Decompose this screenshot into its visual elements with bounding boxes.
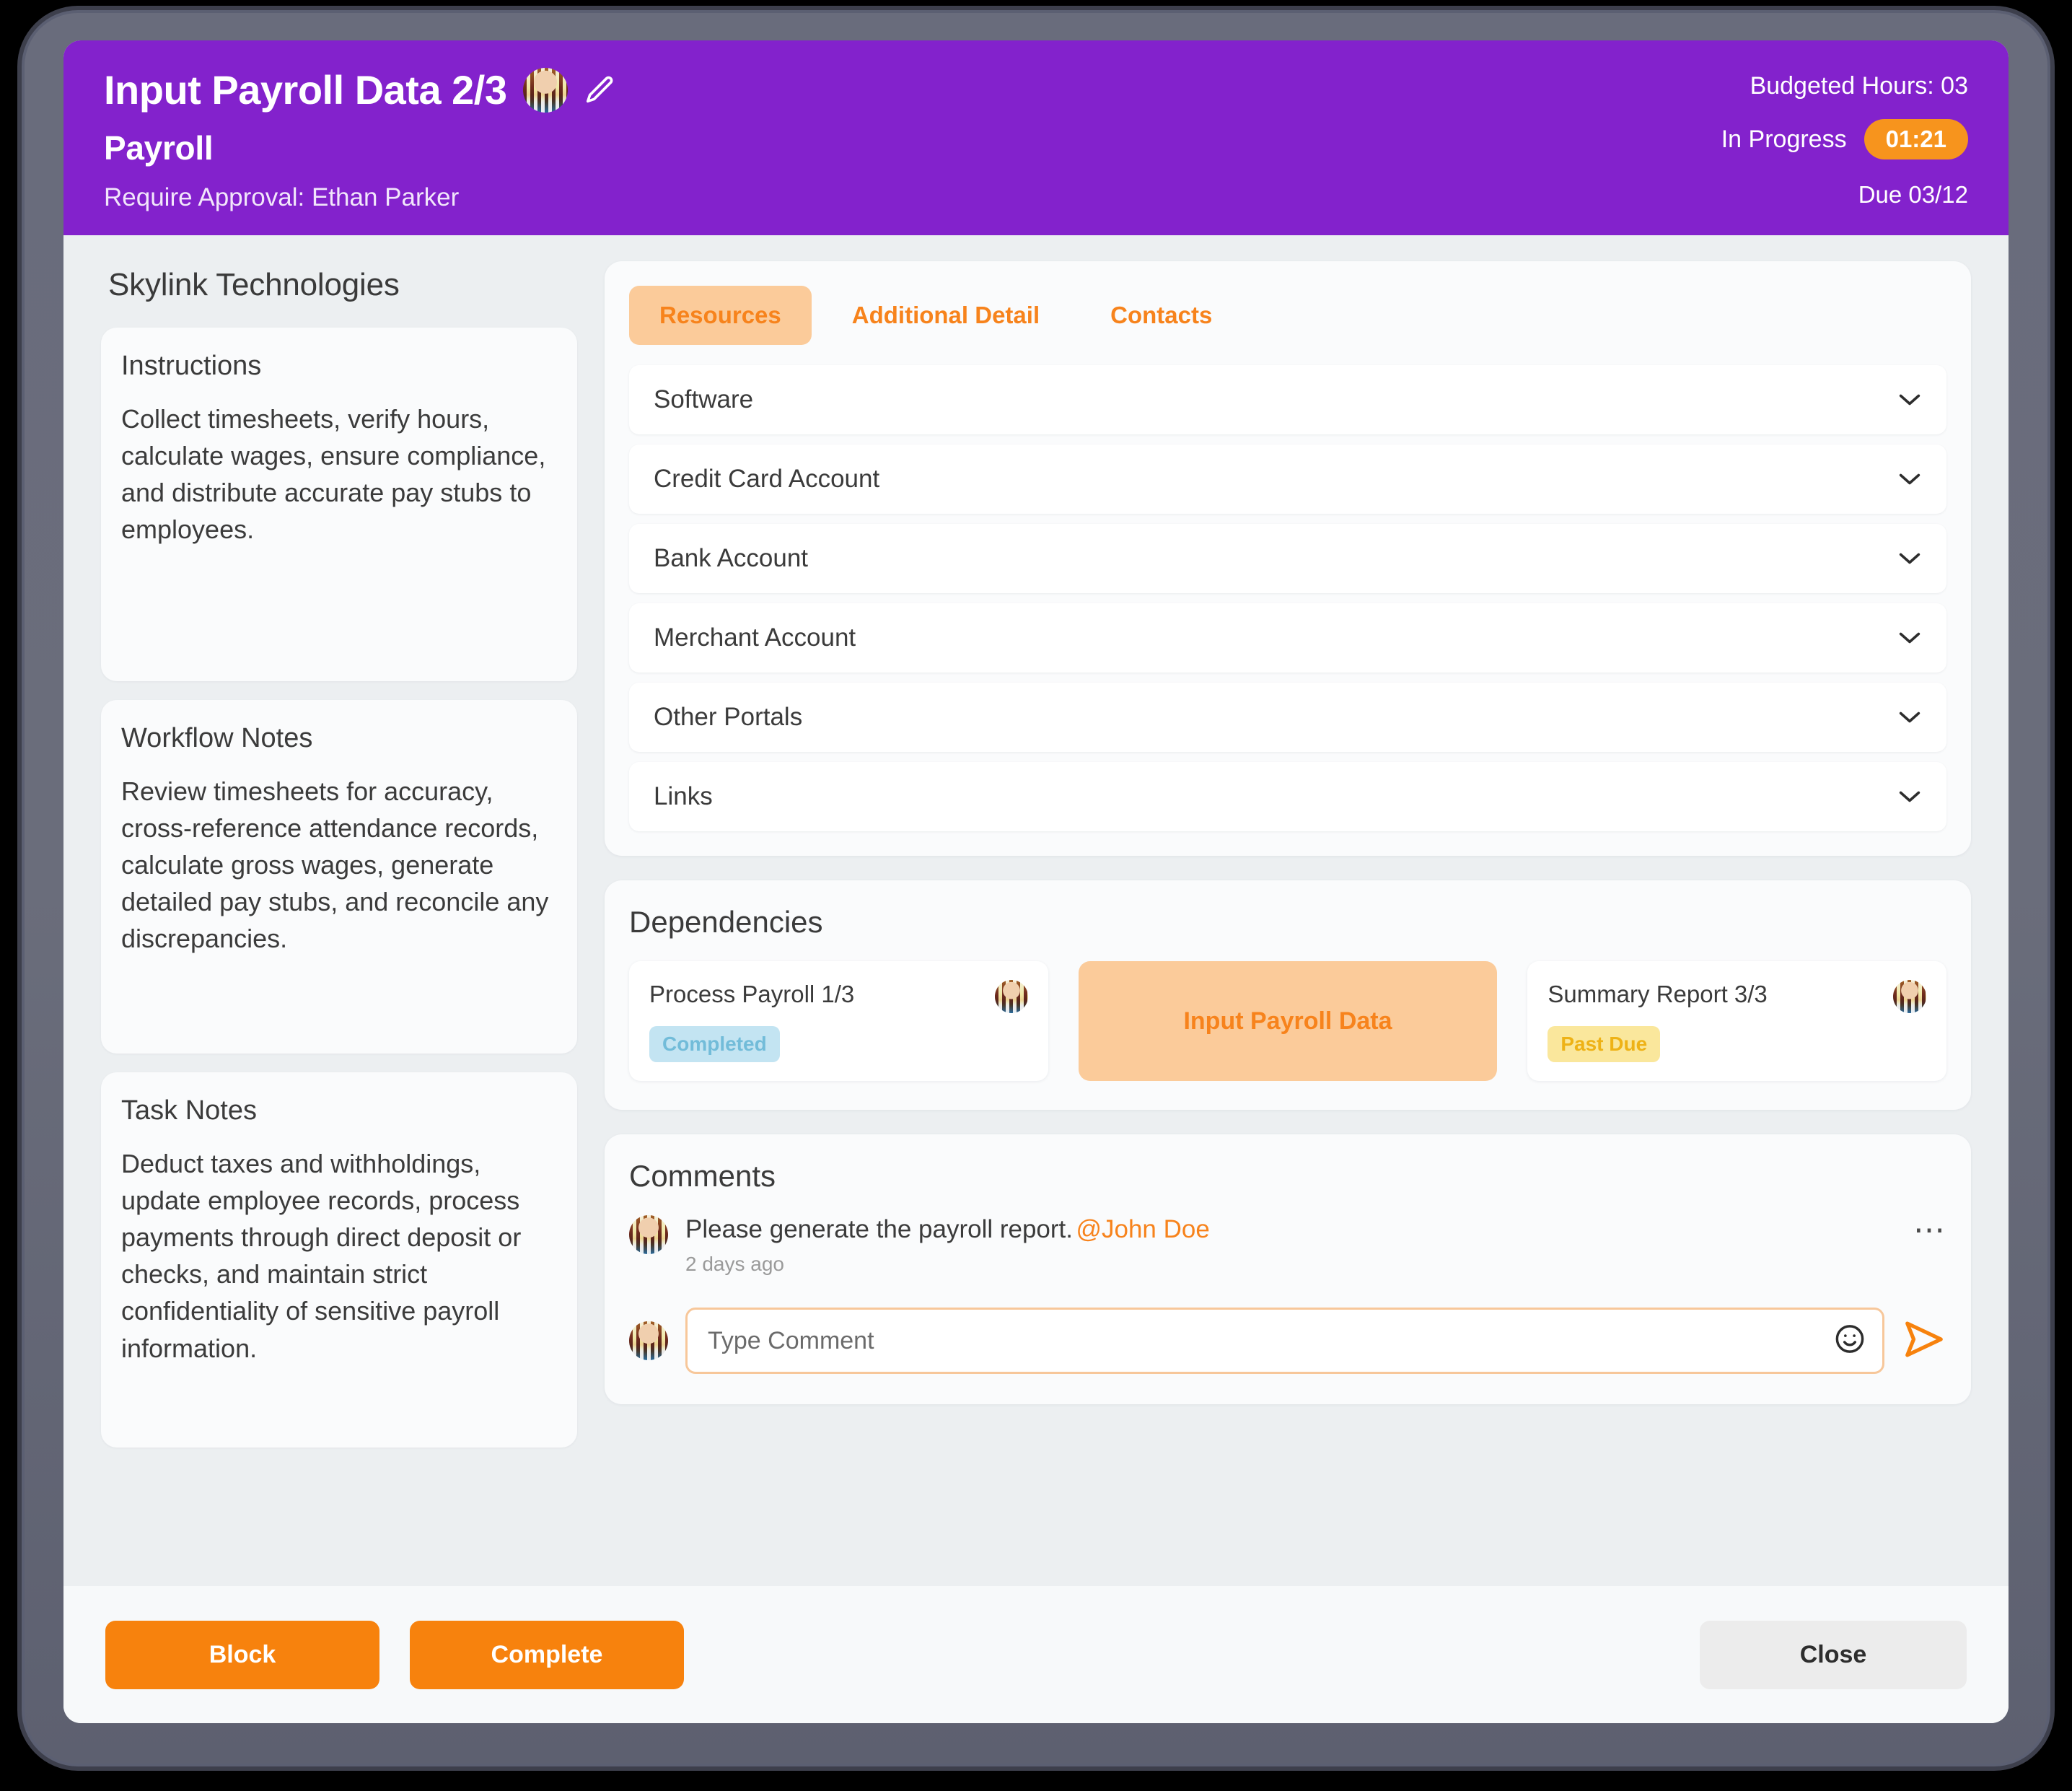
comment-text: Please generate the payroll report. xyxy=(685,1215,1073,1243)
dependencies-row: Process Payroll 1/3 Completed Input Payr… xyxy=(629,961,1947,1081)
tab-bar: Resources Additional Detail Contacts xyxy=(629,286,1946,345)
status-label: In Progress xyxy=(1721,125,1847,153)
chevron-down-icon[interactable] xyxy=(1897,551,1922,566)
header-right-group: Budgeted Hours: 03 In Progress 01:21 Due… xyxy=(1721,72,1968,209)
due-date: Due 03/12 xyxy=(1858,181,1968,208)
header-left-group: Input Payroll Data 2/3 Payroll Require A… xyxy=(104,68,617,212)
accordion-label: Bank Account xyxy=(654,544,809,572)
accordion-item-credit-card-account[interactable]: Credit Card Account xyxy=(629,445,1946,514)
main-content: Resources Additional Detail Contacts Sof… xyxy=(605,261,1971,1586)
status-badge: Completed xyxy=(649,1026,780,1062)
task-notes-title: Task Notes xyxy=(121,1095,257,1126)
tab-contacts[interactable]: Contacts xyxy=(1080,286,1242,345)
task-notes-text: Deduct taxes and withholdings, update em… xyxy=(121,1149,522,1363)
resources-panel: Resources Additional Detail Contacts Sof… xyxy=(605,261,1971,856)
accordion-item-merchant-account[interactable]: Merchant Account xyxy=(629,603,1946,673)
tab-additional-detail[interactable]: Additional Detail xyxy=(822,286,1070,345)
dependency-card-top: Process Payroll 1/3 xyxy=(649,980,1028,1013)
chevron-down-icon[interactable] xyxy=(1897,709,1922,725)
budgeted-hours: Budgeted Hours: 03 xyxy=(1750,72,1968,100)
modal-body: Skylink Technologies Instructions Collec… xyxy=(63,235,2009,1586)
dependency-name: Summary Report 3/3 xyxy=(1548,981,1768,1007)
accordion-label: Links xyxy=(654,782,713,810)
workflow-notes-text: Review timesheets for accuracy, cross-re… xyxy=(121,776,549,954)
dependency-card-process-payroll[interactable]: Process Payroll 1/3 Completed xyxy=(629,961,1048,1081)
footer-actions: Block Complete xyxy=(105,1620,684,1689)
page-title: Input Payroll Data 2/3 xyxy=(104,66,507,113)
accordion-label: Credit Card Account xyxy=(654,465,880,493)
modal-header: Input Payroll Data 2/3 Payroll Require A… xyxy=(63,40,2009,235)
more-options-icon[interactable]: ⋯ xyxy=(1913,1214,1946,1246)
company-name: Skylink Technologies xyxy=(108,267,400,302)
accordion-label: Other Portals xyxy=(654,703,803,731)
pencil-icon[interactable] xyxy=(584,74,617,107)
task-notes-card: Task Notes Deduct taxes and withholdings… xyxy=(101,1072,577,1448)
comment-author-avatar xyxy=(629,1215,668,1254)
close-button[interactable]: Close xyxy=(1700,1620,1967,1689)
dependencies-panel: Dependencies Process Payroll 1/3 Complet… xyxy=(605,880,1971,1110)
status-badge: Past Due xyxy=(1548,1026,1661,1062)
accordion-item-other-portals[interactable]: Other Portals xyxy=(629,683,1946,752)
approval-text: Require Approval: Ethan Parker xyxy=(104,183,460,211)
status-row: In Progress 01:21 xyxy=(1721,119,1968,159)
dependency-card-summary-report[interactable]: Summary Report 3/3 Past Due xyxy=(1527,961,1947,1081)
block-button[interactable]: Block xyxy=(105,1620,379,1689)
chevron-down-icon[interactable] xyxy=(1897,789,1922,805)
task-detail-modal: Input Payroll Data 2/3 Payroll Require A… xyxy=(63,40,2009,1723)
dependencies-title: Dependencies xyxy=(629,905,823,939)
comment-mention[interactable]: @John Doe xyxy=(1076,1215,1209,1243)
chevron-down-icon[interactable] xyxy=(1897,471,1922,487)
dependency-card-top: Summary Report 3/3 xyxy=(1548,980,1927,1013)
dependency-avatar xyxy=(994,980,1028,1013)
comment-body: Please generate the payroll report. @Joh… xyxy=(685,1215,1896,1276)
comment-input-wrap[interactable] xyxy=(685,1308,1884,1374)
complete-button[interactable]: Complete xyxy=(410,1620,684,1689)
comment-list-item: Please generate the payroll report. @Joh… xyxy=(629,1214,1946,1276)
accordion-label: Merchant Account xyxy=(654,623,856,652)
chevron-down-icon[interactable] xyxy=(1897,392,1922,408)
project-name: Payroll xyxy=(104,129,214,167)
instructions-title: Instructions xyxy=(121,351,262,381)
comment-timestamp: 2 days ago xyxy=(685,1253,784,1275)
accordion-item-bank-account[interactable]: Bank Account xyxy=(629,524,1946,593)
modal-footer: Block Complete Close xyxy=(63,1586,2009,1723)
instructions-text: Collect timesheets, verify hours, calcul… xyxy=(121,404,546,545)
accordion-label: Software xyxy=(654,385,754,413)
smiley-icon[interactable] xyxy=(1833,1323,1866,1359)
comment-input[interactable] xyxy=(708,1326,1825,1355)
task-title-row: Input Payroll Data 2/3 xyxy=(104,68,617,113)
dependency-avatar xyxy=(1893,980,1927,1013)
accordion-item-software[interactable]: Software xyxy=(629,365,1946,434)
sidebar: Skylink Technologies Instructions Collec… xyxy=(101,261,577,1586)
instructions-card: Instructions Collect timesheets, verify … xyxy=(101,328,577,681)
comments-panel: Comments Please generate the payroll rep… xyxy=(605,1134,1971,1404)
current-user-avatar xyxy=(629,1321,668,1360)
timer-badge[interactable]: 01:21 xyxy=(1864,119,1968,159)
comments-title: Comments xyxy=(629,1159,776,1193)
workflow-notes-title: Workflow Notes xyxy=(121,723,313,753)
dependency-card-current[interactable]: Input Payroll Data xyxy=(1078,961,1498,1081)
workflow-notes-card: Workflow Notes Review timesheets for acc… xyxy=(101,700,577,1054)
assignee-avatar[interactable] xyxy=(522,68,568,113)
dependency-name: Input Payroll Data xyxy=(1183,1007,1392,1035)
screen: Input Payroll Data 2/3 Payroll Require A… xyxy=(0,0,2072,1791)
accordion-item-links[interactable]: Links xyxy=(629,762,1946,831)
chevron-down-icon[interactable] xyxy=(1897,630,1922,646)
comment-line: Please generate the payroll report. @Joh… xyxy=(685,1215,1896,1244)
comment-compose-row xyxy=(629,1308,1946,1374)
send-icon[interactable] xyxy=(1902,1317,1946,1365)
tab-resources[interactable]: Resources xyxy=(629,286,812,345)
dependency-name: Process Payroll 1/3 xyxy=(649,981,855,1007)
